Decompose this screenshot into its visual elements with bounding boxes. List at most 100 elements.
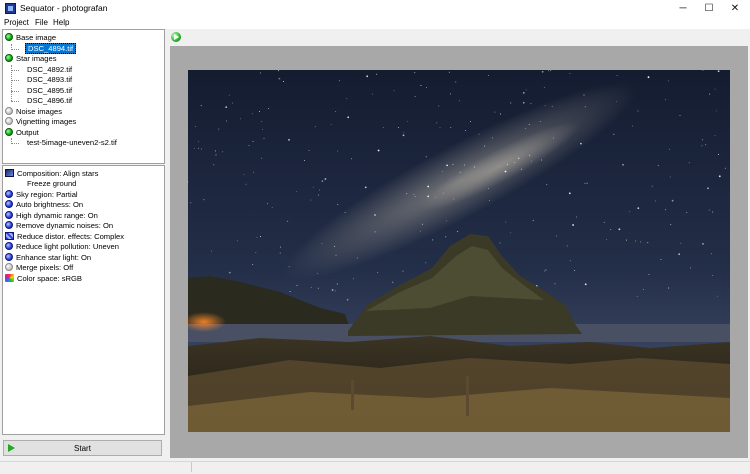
setting-sky-region[interactable]: Sky region: Partial: [5, 189, 78, 200]
tree-file-base[interactable]: DSC_4894.tif: [25, 42, 77, 54]
setting-remove-noises[interactable]: Remove dynamic noises: On: [5, 220, 113, 231]
star: [446, 164, 448, 167]
tree-file[interactable]: DSC_4893.tif: [27, 74, 72, 85]
menu-help[interactable]: Help: [53, 18, 69, 27]
star: [215, 150, 217, 152]
setting-hdr[interactable]: High dynamic range: On: [5, 210, 98, 221]
star: [279, 252, 281, 254]
star: [665, 209, 666, 211]
setting-auto-brightness[interactable]: Auto brightness: On: [5, 199, 83, 210]
star: [640, 241, 642, 243]
tree-output[interactable]: Output: [5, 127, 39, 138]
star: [669, 148, 670, 150]
composition-icon: [5, 169, 14, 178]
star: [455, 81, 457, 83]
forward-arrow-icon[interactable]: [171, 32, 181, 42]
tree-file[interactable]: DSC_4892.tif: [27, 64, 72, 75]
star: [539, 120, 541, 122]
star: [335, 111, 337, 112]
star: [647, 242, 649, 244]
setting-label: Enhance star light: On: [16, 252, 92, 262]
star: [505, 221, 507, 223]
star: [584, 283, 587, 286]
star: [530, 103, 532, 105]
tree-file-output[interactable]: test-5image-uneven2-s2.tif: [27, 137, 117, 148]
star: [210, 250, 212, 252]
tree-noise-images[interactable]: Noise images: [5, 106, 62, 117]
star: [450, 93, 451, 95]
star: [397, 126, 399, 128]
star: [190, 202, 192, 204]
star: [632, 125, 633, 127]
star: [382, 127, 384, 129]
star: [414, 72, 416, 74]
setting-enhance-starlight[interactable]: Enhance star light: On: [5, 252, 91, 263]
star: [478, 133, 480, 135]
star: [679, 114, 681, 116]
setting-color-space[interactable]: Color space: sRGB: [5, 273, 82, 284]
title-bar: [0, 0, 750, 17]
star: [427, 195, 430, 198]
star: [439, 127, 441, 129]
menu-file[interactable]: File: [35, 18, 48, 27]
star: [344, 212, 346, 213]
star: [296, 190, 297, 192]
option-blue-icon: [5, 211, 13, 220]
star: [574, 270, 576, 272]
star: [252, 263, 254, 265]
star: [473, 166, 475, 168]
star: [197, 140, 199, 142]
star: [414, 95, 416, 97]
star: [635, 240, 637, 242]
star: [484, 145, 485, 147]
star: [403, 131, 405, 133]
tree-file[interactable]: DSC_4896.tif: [27, 95, 72, 106]
star: [374, 231, 376, 233]
star: [712, 275, 714, 276]
close-button[interactable]: ✕: [722, 0, 748, 17]
status-gray-icon: [5, 107, 13, 116]
star: [702, 243, 704, 245]
status-gray-icon: [5, 117, 13, 126]
menu-project[interactable]: Project: [4, 18, 29, 27]
star: [724, 167, 726, 169]
option-blue-icon: [5, 242, 13, 251]
star: [228, 94, 230, 96]
start-button[interactable]: Start: [3, 440, 162, 456]
tree-file[interactable]: DSC_4895.tif: [27, 85, 72, 96]
start-label: Start: [74, 443, 91, 453]
tree-vignetting-images[interactable]: Vignetting images: [5, 116, 76, 127]
star: [532, 220, 534, 222]
setting-reduce-distortion[interactable]: Reduce distor. effects: Complex: [5, 231, 124, 242]
tree-base-image[interactable]: Base image: [5, 32, 56, 43]
setting-composition[interactable]: Composition: Align stars: [5, 168, 98, 179]
setting-freeze-ground[interactable]: Freeze ground: [27, 178, 76, 189]
star: [616, 100, 617, 102]
star: [647, 76, 650, 79]
star: [346, 298, 349, 301]
setting-reduce-pollution[interactable]: Reduce light pollution: Uneven: [5, 241, 119, 252]
star: [366, 75, 369, 78]
star: [707, 187, 709, 190]
star: [543, 87, 545, 89]
minimize-button[interactable]: ─: [670, 0, 696, 17]
tree-star-images[interactable]: Star images: [5, 53, 57, 64]
maximize-button[interactable]: ☐: [696, 0, 722, 17]
star: [530, 160, 532, 162]
star: [654, 200, 656, 202]
star: [715, 110, 717, 112]
star: [517, 157, 520, 160]
star: [458, 100, 460, 102]
star: [392, 281, 394, 283]
star: [271, 207, 273, 209]
star: [708, 209, 710, 211]
option-blue-icon: [5, 253, 13, 262]
star: [263, 137, 265, 139]
star: [231, 102, 233, 104]
star: [510, 102, 512, 104]
setting-label: Auto brightness: On: [16, 199, 84, 209]
star: [572, 224, 574, 226]
star: [314, 126, 316, 128]
star: [336, 283, 338, 285]
setting-merge-pixels[interactable]: Merge pixels: Off: [5, 262, 73, 273]
